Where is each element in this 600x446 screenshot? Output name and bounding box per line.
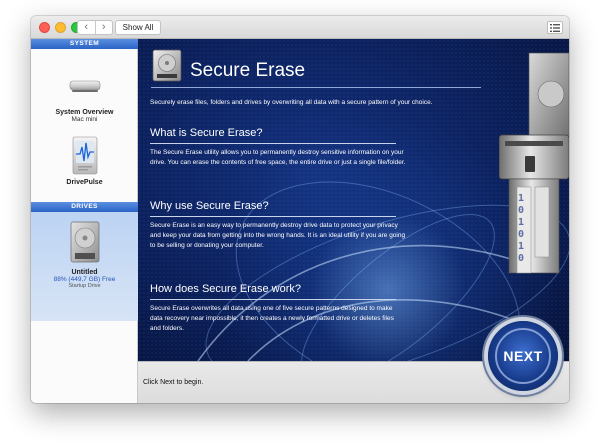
section-body-what: The Secure Erase utility allows you to p… [150, 149, 406, 166]
section-heading-how: How does Secure Erase work? [150, 283, 302, 295]
secure-erase-icon [152, 49, 182, 82]
section-heading-why: Why use Secure Erase? [150, 200, 269, 212]
sidebar-item-label: System Overview [55, 109, 114, 116]
main-panel: Secure Erase Securely erase files, folde… [138, 39, 569, 361]
mac-mini-icon [69, 80, 100, 92]
next-button-label: NEXT [495, 328, 551, 384]
sidebar-item-drive-untitled[interactable]: Untitled 88% (449,7 GB) Free Startup Dri… [31, 212, 138, 321]
sidebar-item-system-overview[interactable]: System Overview Mac mini [31, 61, 138, 123]
section-body-why: Secure Erase is an easy way to permanent… [150, 222, 406, 249]
section-divider [150, 216, 396, 217]
back-button[interactable]: ‹ [78, 21, 96, 34]
system-section-header: SYSTEM [31, 39, 138, 49]
list-view-icon [550, 23, 560, 32]
hard-drive-icon [70, 221, 99, 263]
next-button[interactable]: NEXT [488, 321, 558, 391]
sidebar-item-label: DrivePulse [66, 179, 103, 186]
drive-free-space: 88% (449,7 GB) Free [53, 276, 116, 283]
minimize-button[interactable] [55, 22, 66, 33]
drive-detail: Startup Drive [68, 283, 101, 289]
titlebar: ‹ › Show All [31, 16, 569, 39]
sidebar-item-drivepulse[interactable]: DrivePulse [31, 135, 138, 186]
drivepulse-icon [72, 136, 97, 175]
section-body-how: Secure Erase overwrites all data using o… [150, 305, 394, 332]
section-divider [150, 299, 396, 300]
show-all-button[interactable]: Show All [115, 20, 161, 35]
page-title: Secure Erase [190, 60, 306, 81]
forward-button[interactable]: › [96, 21, 113, 34]
nav-buttons: ‹ › [77, 20, 113, 35]
sidebar-item-sublabel: Mac mini [71, 116, 98, 123]
list-view-button[interactable] [547, 21, 563, 34]
page-header: Secure Erase [151, 49, 481, 85]
section-divider [150, 143, 396, 144]
close-button[interactable] [39, 22, 50, 33]
drives-section-header: DRIVES [31, 202, 138, 212]
intro-text: Securely erase files, folders and drives… [150, 99, 433, 106]
shredder-illustration [499, 52, 569, 274]
footer-hint: Click Next to begin. [143, 379, 204, 386]
drive-name: Untitled [71, 269, 98, 276]
shredded-data-digits: 101010 [518, 193, 525, 264]
title-divider [151, 87, 481, 88]
app-window: ‹ › Show All SYSTEM System Overview Mac … [31, 16, 569, 403]
sidebar: SYSTEM System Overview Mac mini DrivePul… [31, 39, 138, 403]
section-heading-what: What is Secure Erase? [150, 127, 263, 139]
